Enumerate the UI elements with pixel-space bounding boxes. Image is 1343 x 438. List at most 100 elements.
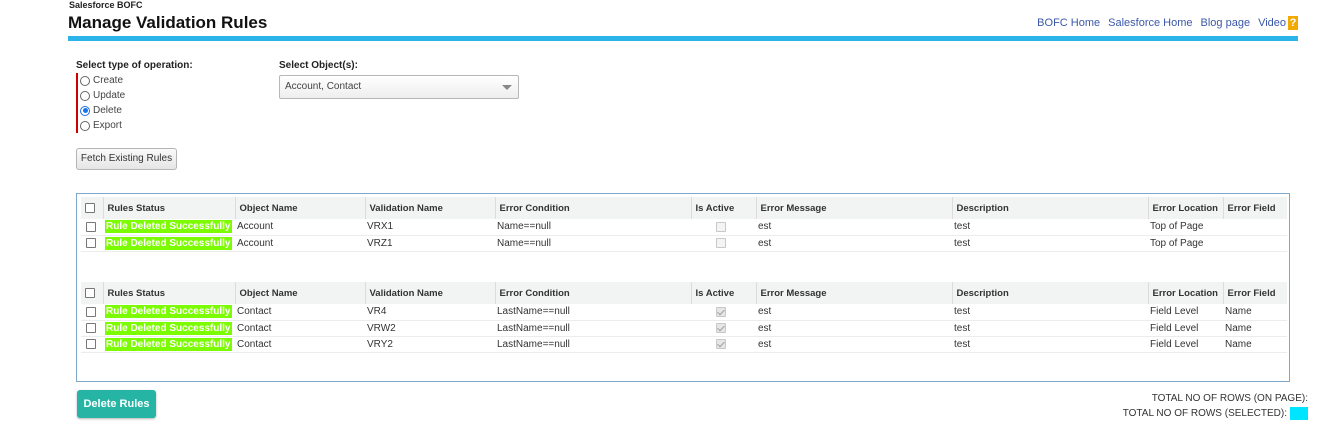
totals: TOTAL NO OF ROWS (ON PAGE): TOTAL NO OF … (1123, 391, 1308, 421)
error-message-header: Error Message (756, 197, 953, 219)
operation-radio-group: Create Update Delete Export (76, 73, 125, 133)
radio-button[interactable] (80, 75, 90, 86)
video-link[interactable]: Video (1258, 17, 1286, 29)
radio-label: Export (93, 120, 122, 131)
rules-status-header: Rules Status (103, 282, 236, 304)
is-active-header: Is Active (691, 282, 757, 304)
is-active-cell (691, 219, 756, 236)
salesforce-home-link[interactable]: Salesforce Home (1108, 17, 1192, 29)
radio-update[interactable]: Update (80, 88, 125, 103)
location-cell: Top of Page (1148, 219, 1223, 236)
radio-label: Update (93, 90, 126, 101)
is-active-cell (691, 320, 756, 337)
object-cell: Contact (235, 320, 365, 337)
is-active-checkbox (716, 237, 726, 248)
delete-rules-button[interactable]: Delete Rules (77, 390, 156, 418)
bofc-home-link[interactable]: BOFC Home (1037, 17, 1100, 29)
condition-cell: Name==null (495, 219, 691, 236)
validation-cell: VR4 (365, 304, 495, 321)
status-badge: Rule Deleted Successfully (105, 220, 232, 234)
error-field-header: Error Field (1223, 282, 1287, 304)
radio-button[interactable] (80, 105, 90, 116)
rules-grid: Rules Status Object Name Validation Name Er… (76, 193, 1290, 382)
location-cell: Top of Page (1148, 235, 1223, 252)
select-all-cell (81, 282, 104, 304)
row-checkbox[interactable] (86, 237, 96, 248)
validation-cell: VRX1 (365, 219, 495, 236)
table-header-row: Rules Status Object Name Validation Name Er… (81, 282, 1287, 304)
help-icon[interactable]: ? (1288, 16, 1298, 30)
message-cell: est (756, 235, 952, 252)
total-rows-on-page-label: TOTAL NO OF ROWS (ON PAGE): (1151, 393, 1308, 404)
title-divider (68, 36, 1298, 41)
condition-cell: LastName==null (495, 336, 691, 353)
is-active-checkbox (716, 306, 726, 317)
operation-label: Select type of operation: (76, 60, 193, 71)
status-badge: Rule Deleted Successfully (105, 337, 232, 351)
objects-label: Select Object(s): (279, 60, 358, 71)
row-checkbox[interactable] (86, 322, 96, 333)
radio-button[interactable] (80, 90, 90, 101)
blog-page-link[interactable]: Blog page (1201, 17, 1251, 29)
fetch-existing-rules-button[interactable]: Fetch Existing Rules (76, 148, 177, 170)
description-cell: test (952, 336, 1148, 353)
is-active-cell (691, 336, 756, 353)
status-badge: Rule Deleted Successfully (105, 236, 232, 250)
field-cell: Name (1223, 304, 1287, 321)
error-location-header: Error Location (1148, 197, 1224, 219)
condition-cell: LastName==null (495, 320, 691, 337)
location-cell: Field Level (1148, 320, 1223, 337)
description-cell: test (952, 320, 1148, 337)
account-rules-table: Rules Status Object Name Validation Name Er… (81, 197, 1287, 252)
status-cell: Rule Deleted Successfully (103, 320, 235, 337)
is-active-cell (691, 235, 756, 252)
radio-label: Create (93, 75, 124, 86)
radio-button[interactable] (80, 120, 90, 131)
total-rows-selected-label: TOTAL NO OF ROWS (SELECTED): (1122, 408, 1287, 419)
field-cell (1223, 235, 1287, 252)
description-cell: test (952, 304, 1148, 321)
objects-select[interactable]: Account, Contact (279, 75, 519, 99)
radio-export[interactable]: Export (80, 118, 125, 133)
object-cell: Account (235, 219, 365, 236)
top-links: BOFC Home Salesforce Home Blog page Vide… (1029, 16, 1298, 30)
table-row: Rule Deleted Successfully Account VRX1 Name… (81, 219, 1287, 236)
objects-select-value: Account, Contact (285, 81, 362, 92)
field-cell (1223, 219, 1287, 236)
is-active-checkbox (716, 338, 726, 349)
object-cell: Account (235, 235, 365, 252)
validation-cell: VRZ1 (365, 235, 495, 252)
row-checkbox[interactable] (86, 221, 96, 232)
status-cell: Rule Deleted Successfully (103, 304, 235, 321)
contact-rules-table: Rules Status Object Name Validation Name Er… (81, 282, 1287, 353)
error-message-header: Error Message (756, 282, 953, 304)
error-location-header: Error Location (1148, 282, 1224, 304)
error-condition-header: Error Condition (495, 197, 692, 219)
message-cell: est (756, 320, 952, 337)
select-all-checkbox[interactable] (85, 202, 95, 213)
app-name: Salesforce BOFC (69, 0, 143, 10)
object-name-header: Object Name (235, 282, 366, 304)
radio-delete[interactable]: Delete (80, 103, 125, 118)
row-select-cell (81, 304, 103, 321)
object-name-header: Object Name (235, 197, 366, 219)
is-active-checkbox (716, 322, 726, 333)
message-cell: est (756, 304, 952, 321)
location-cell: Field Level (1148, 336, 1223, 353)
validation-cell: VRY2 (365, 336, 495, 353)
is-active-cell (691, 304, 756, 321)
error-condition-header: Error Condition (495, 282, 692, 304)
row-checkbox[interactable] (86, 306, 96, 317)
table-row: Rule Deleted Successfully Contact VRY2 Last… (81, 336, 1287, 353)
error-field-header: Error Field (1223, 197, 1287, 219)
select-all-checkbox[interactable] (85, 287, 95, 298)
row-checkbox[interactable] (86, 338, 96, 349)
location-cell: Field Level (1148, 304, 1223, 321)
row-select-cell (81, 336, 103, 353)
description-cell: test (952, 235, 1148, 252)
condition-cell: Name==null (495, 235, 691, 252)
radio-create[interactable]: Create (80, 73, 125, 88)
message-cell: est (756, 219, 952, 236)
page-title: Manage Validation Rules (68, 13, 268, 32)
row-select-cell (81, 235, 103, 252)
